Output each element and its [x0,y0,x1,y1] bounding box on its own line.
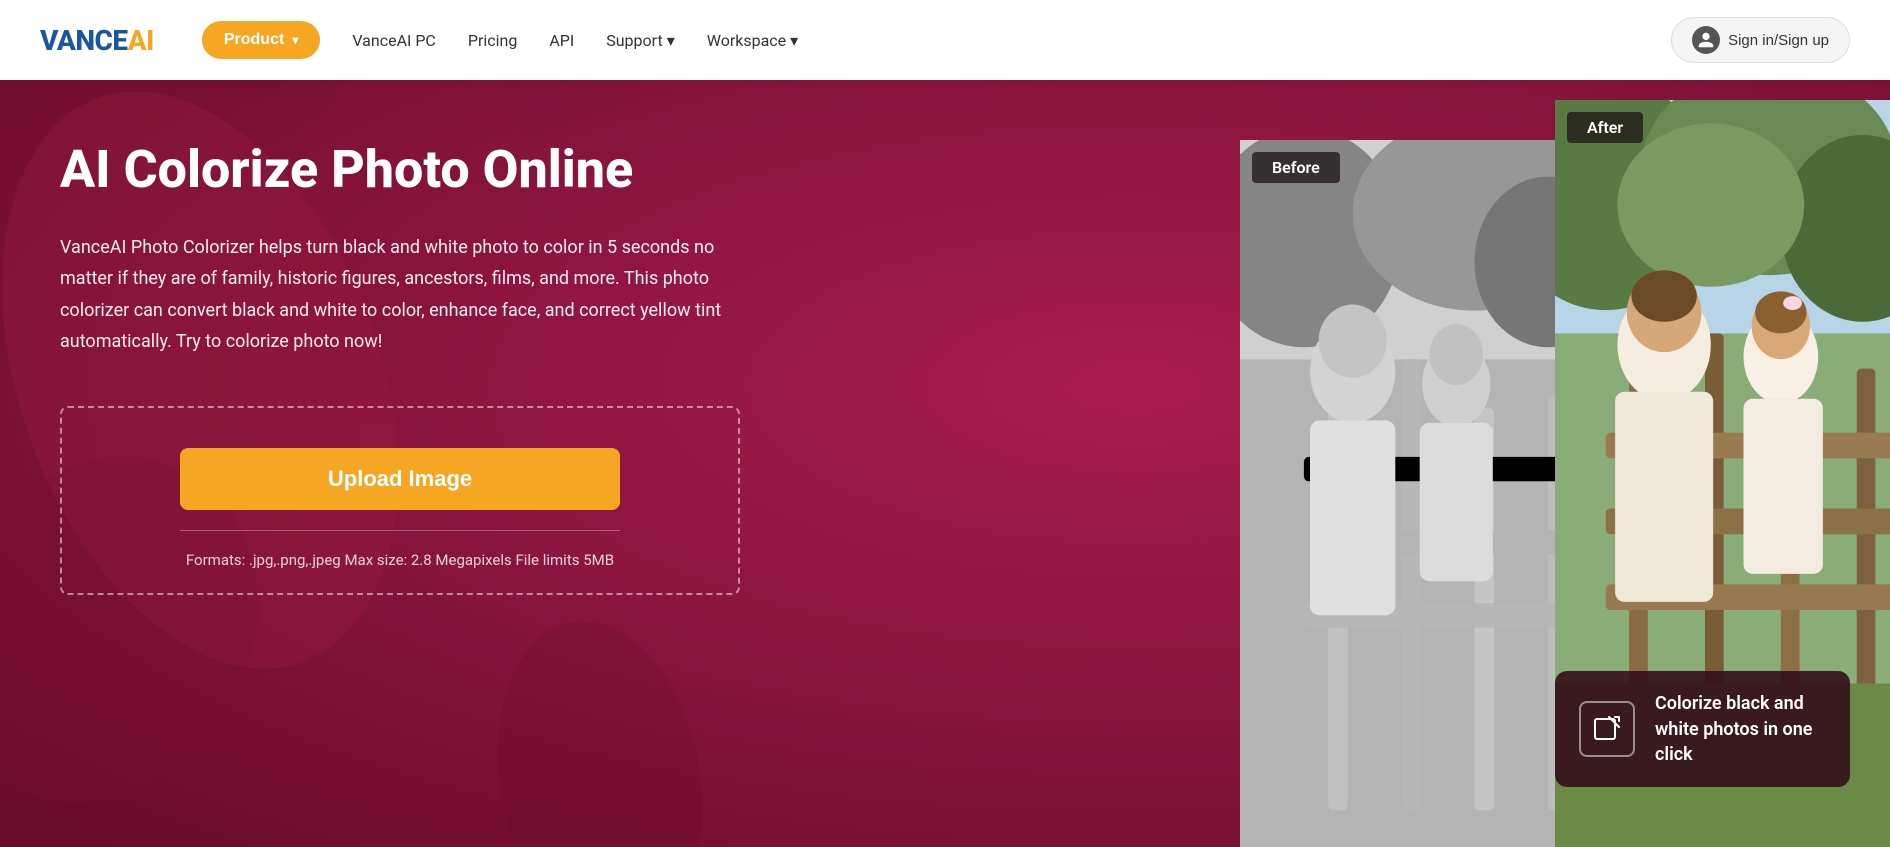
support-label: Support [606,31,662,50]
upload-divider [180,530,620,531]
logo: VANCE AI [40,24,154,57]
product-label: Product [224,31,284,49]
workspace-label: Workspace [707,31,786,50]
account-icon [1692,26,1720,54]
hero-title: AI Colorize Photo Online [60,140,740,200]
workspace-chevron-icon: ▾ [790,31,798,50]
hero-description: VanceAI Photo Colorizer helps turn black… [60,232,740,358]
before-image-wrap: Before [1240,140,1575,847]
product-button[interactable]: Product ▾ [202,21,320,59]
nav-support[interactable]: Support ▾ [606,31,675,50]
support-chevron-icon: ▾ [667,31,675,50]
signin-button[interactable]: Sign in/Sign up [1671,17,1850,63]
chevron-down-icon: ▾ [292,33,298,47]
navbar: VANCE AI Product ▾ VanceAI PC Pricing AP… [0,0,1890,80]
upload-box: Upload Image Formats: .jpg,.png,.jpeg Ma… [60,406,740,595]
nav-pricing[interactable]: Pricing [468,31,518,50]
hero-section: AI Colorize Photo Online VanceAI Photo C… [0,80,1890,847]
nav-vanceai-pc[interactable]: VanceAI PC [352,31,436,50]
colorize-card-icon [1579,701,1635,757]
colorize-info-card: Colorize black and white photos in one c… [1555,671,1850,787]
nav-api[interactable]: API [549,31,574,50]
nav-workspace[interactable]: Workspace ▾ [707,31,798,50]
hero-image-comparison: Before [1240,80,1890,847]
after-image-wrap: After [1555,100,1890,847]
colorize-card-text: Colorize black and white photos in one c… [1655,691,1826,767]
logo-ai-text: AI [128,24,154,57]
before-photo [1240,140,1575,847]
hero-content: AI Colorize Photo Online VanceAI Photo C… [0,80,800,635]
upload-formats-text: Formats: .jpg,.png,.jpeg Max size: 2.8 M… [186,551,614,569]
after-label: After [1567,112,1643,143]
upload-image-button[interactable]: Upload Image [180,448,620,510]
signin-label: Sign in/Sign up [1728,32,1829,49]
logo-vance-text: VANCE [40,24,128,57]
before-label: Before [1252,152,1340,183]
